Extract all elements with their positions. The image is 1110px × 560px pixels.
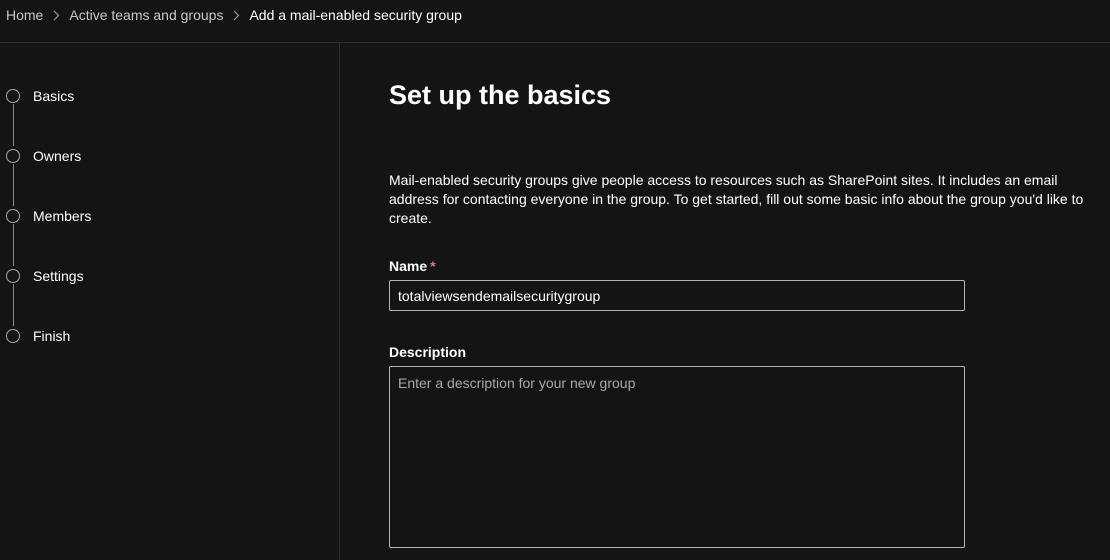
step-connector [13, 224, 14, 266]
name-input[interactable] [389, 280, 965, 311]
step-connector [13, 284, 14, 326]
breadcrumb-active-teams-link[interactable]: Active teams and groups [69, 7, 223, 23]
step-circle-icon [6, 89, 20, 103]
breadcrumb-current-page: Add a mail-enabled security group [249, 7, 462, 23]
step-connector [13, 164, 14, 206]
wizard-step-label: Settings [33, 268, 84, 284]
step-circle-icon [6, 149, 20, 163]
page-title: Set up the basics [389, 80, 612, 110]
step-connector [13, 104, 14, 146]
name-label-text: Name [389, 258, 428, 274]
wizard-step-finish[interactable]: Finish [6, 328, 70, 344]
description-field-label: Description [389, 344, 467, 360]
breadcrumb: Home Active teams and groups Add a mail-… [0, 0, 1110, 43]
description-textarea[interactable] [389, 366, 965, 548]
name-field-label: Name * [389, 258, 436, 274]
wizard-step-members[interactable]: Members [6, 208, 91, 224]
wizard-step-label: Owners [33, 148, 82, 164]
intro-text: Mail-enabled security groups give people… [389, 172, 1084, 226]
breadcrumb-home-link[interactable]: Home [6, 7, 43, 23]
step-circle-icon [6, 209, 20, 223]
chevron-right-icon [233, 10, 240, 21]
chevron-right-icon [53, 10, 60, 21]
wizard-steps-sidebar: Basics Owners Members Settings Finish [0, 43, 340, 560]
wizard-step-label: Finish [33, 328, 71, 344]
step-circle-icon [6, 269, 20, 283]
required-marker: * [430, 258, 436, 274]
wizard-step-label: Members [33, 208, 92, 224]
step-circle-icon [6, 329, 20, 343]
wizard-step-basics[interactable]: Basics [6, 88, 74, 104]
wizard-step-owners[interactable]: Owners [6, 148, 81, 164]
wizard-step-settings[interactable]: Settings [6, 268, 84, 284]
wizard-step-label: Basics [33, 88, 75, 104]
